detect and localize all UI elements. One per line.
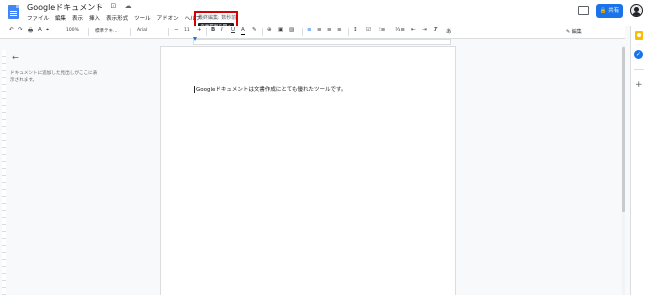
bold-icon[interactable]: B xyxy=(211,27,215,33)
share-button[interactable]: 🔒 共有 xyxy=(596,4,623,18)
print-icon[interactable]: 🖶 xyxy=(28,27,33,36)
menu-tools[interactable]: ツール xyxy=(134,14,151,22)
horizontal-ruler[interactable] xyxy=(193,39,451,45)
editing-mode-select[interactable]: ✎ 編集 xyxy=(566,26,582,38)
highlight-color-icon[interactable]: ✎ xyxy=(252,27,257,33)
decrease-indent-icon[interactable]: ⇤ xyxy=(411,27,416,33)
undo-icon[interactable]: ↶ xyxy=(9,27,14,33)
outline-placeholder: ドキュメントに追加した見出しがここに表示されます。 xyxy=(10,71,98,83)
add-addon-icon[interactable]: + xyxy=(635,80,643,90)
insert-image-icon[interactable]: ▨ xyxy=(289,27,294,33)
menu-insert[interactable]: 挿入 xyxy=(89,14,100,22)
text-color-icon[interactable]: A xyxy=(241,27,245,35)
bulleted-list-icon[interactable]: ⁝≡ xyxy=(379,27,385,33)
increase-indent-icon[interactable]: ⇥ xyxy=(422,27,427,33)
title-icons[interactable]: ☆ ⊡ ☁ xyxy=(96,2,135,10)
keep-icon[interactable] xyxy=(635,31,643,40)
menu-view[interactable]: 表示 xyxy=(72,14,83,22)
document-page[interactable] xyxy=(160,46,456,295)
line-spacing-icon[interactable]: ↕ xyxy=(353,27,358,33)
indent-marker-icon[interactable] xyxy=(193,37,197,41)
close-outline-icon[interactable]: ← xyxy=(12,53,19,62)
numbered-list-icon[interactable]: ⅓≡ xyxy=(395,27,405,33)
menu-addons[interactable]: アドオン xyxy=(157,14,179,22)
document-title[interactable]: Googleドキュメント xyxy=(27,2,103,13)
side-panel-divider xyxy=(634,69,644,70)
font-select[interactable]: Arial xyxy=(137,28,147,33)
menu-file[interactable]: ファイル xyxy=(27,14,49,22)
add-comment-icon[interactable]: ▣ xyxy=(278,27,283,33)
comment-history-icon[interactable] xyxy=(578,6,589,15)
font-size-input[interactable]: 11 xyxy=(184,28,190,33)
font-size-increase-icon[interactable]: + xyxy=(197,27,202,33)
docs-logo-icon[interactable] xyxy=(8,5,19,19)
checklist-icon[interactable]: ☑ xyxy=(366,27,371,33)
italic-icon[interactable]: I xyxy=(221,27,223,33)
insert-link-icon[interactable]: ⊕ xyxy=(267,27,272,33)
vertical-ruler xyxy=(2,50,6,295)
align-justify-icon[interactable]: ≡ xyxy=(337,27,342,33)
clear-formatting-icon[interactable]: Ⱦ xyxy=(434,27,437,33)
document-body-text[interactable]: Googleドキュメントは文書作成にとても優れたツールです。 xyxy=(196,85,346,93)
style-select[interactable]: 標準テキ… xyxy=(95,28,118,34)
tasks-icon[interactable]: ✓ xyxy=(634,50,643,59)
underline-icon[interactable]: U xyxy=(231,27,235,33)
redo-icon[interactable]: ↷ xyxy=(18,27,23,33)
menu-format[interactable]: 表示形式 xyxy=(106,14,128,22)
text-cursor xyxy=(194,86,195,93)
menu-edit[interactable]: 編集 xyxy=(55,14,66,22)
menu-bar: ファイル 編集 表示 挿入 表示形式 ツール アドオン ヘルプ xyxy=(27,14,201,22)
toolbar: ↶ ↷ 🖶 A ⌖ 100% 標準テキ… Arial − 11 + B I U … xyxy=(0,26,625,39)
side-panel xyxy=(630,26,650,295)
align-center-icon[interactable]: ≡ xyxy=(317,27,322,33)
zoom-select[interactable]: 100% xyxy=(66,28,79,33)
spellcheck-icon[interactable]: A xyxy=(38,27,42,33)
align-right-icon[interactable]: ≡ xyxy=(327,27,332,33)
font-size-decrease-icon[interactable]: − xyxy=(174,27,179,33)
paint-format-icon[interactable]: ⌖ xyxy=(46,27,49,34)
align-left-icon[interactable]: ≡ xyxy=(307,27,312,33)
scrollbar-thumb[interactable] xyxy=(622,47,625,212)
input-tools-icon[interactable]: あ xyxy=(446,27,452,35)
avatar[interactable] xyxy=(630,4,643,17)
